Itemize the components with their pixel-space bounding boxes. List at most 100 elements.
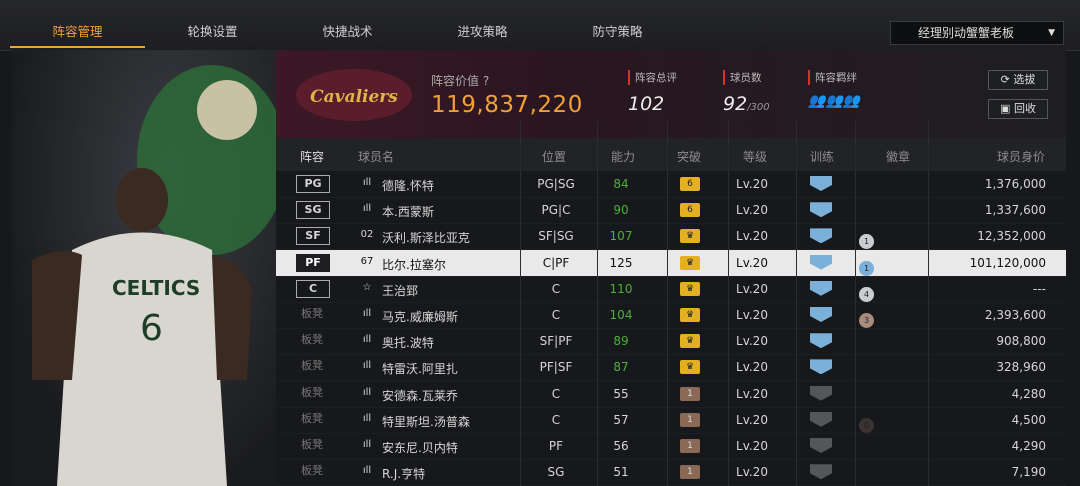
badge-icon: 4 — [859, 286, 874, 302]
tab-rotation[interactable]: 轮换设置 — [145, 0, 280, 48]
training-icon[interactable] — [810, 176, 832, 191]
player-row[interactable]: C☆王治郅C110♛Lv.2064--- — [276, 276, 1066, 303]
player-position: PG|C — [541, 203, 571, 218]
player-row[interactable]: 板凳 ıll 特雷沃.阿里扎 PF|SF 87 ♛ Lv.20 328,960 — [276, 354, 1066, 382]
slot-label[interactable]: 板凳 — [296, 385, 328, 401]
select-button[interactable]: ⟳ 选拔 — [988, 70, 1048, 90]
slot-label[interactable]: SG — [296, 201, 330, 220]
player-position: C — [551, 412, 561, 427]
player-rank-icon: ıll — [362, 412, 372, 424]
recycle-button[interactable]: ▣ 回收 — [988, 99, 1048, 119]
player-name[interactable]: 安德森.瓦莱乔 — [382, 387, 458, 404]
slot-label[interactable]: PF — [296, 253, 330, 272]
player-name[interactable]: 沃利.斯泽比亚克 — [382, 229, 470, 246]
slot-label[interactable]: 板凳 — [296, 437, 328, 453]
training-icon[interactable] — [810, 359, 832, 375]
player-row[interactable]: PF67比尔.拉塞尔C|PF125♛Lv.203161101,120,000 — [276, 249, 1066, 277]
slot-label[interactable]: 板凳 — [296, 306, 328, 322]
column-divider — [520, 121, 521, 486]
player-name[interactable]: 特雷沃.阿里扎 — [382, 360, 458, 377]
svg-text:6: 6 — [140, 308, 163, 349]
top-nav: 阵容管理 轮换设置 快捷战术 进攻策略 防守策略 经理别动蟹蟹老板 ▼ — [0, 0, 1080, 51]
tab-defense[interactable]: 防守策略 — [550, 0, 685, 48]
slot-label[interactable]: 板凳 — [296, 411, 328, 427]
manager-dropdown[interactable]: 经理别动蟹蟹老板 ▼ — [890, 21, 1064, 45]
player-row[interactable]: 板凳 ıll 安东尼.贝内特 PF 56 1 Lv.20 4,290 — [276, 433, 1066, 460]
column-divider — [667, 121, 668, 486]
player-row[interactable]: 板凳 ıll 安德森.瓦莱乔 C 55 1 Lv.20 4,280 — [276, 381, 1066, 408]
player-name[interactable]: 奥托.波特 — [382, 334, 434, 351]
badge-icon: 3 — [859, 313, 874, 328]
player-row[interactable]: SG ıll 本.西蒙斯 PG|C 90 6 Lv.20 1,337,600 — [276, 197, 1066, 225]
player-row[interactable]: 板凳 ıll 奥托.波特 SF|PF 89 ♛ Lv.20 908,800 — [276, 328, 1066, 356]
breakthrough-icon[interactable]: ♛ — [680, 229, 700, 244]
player-row[interactable]: PG ıll 德隆.怀特 PG|SG 84 6 Lv.20 1,376,000 — [276, 171, 1066, 198]
breakthrough-icon[interactable]: 1 — [680, 386, 700, 401]
training-icon[interactable] — [810, 333, 832, 349]
training-icon[interactable] — [810, 438, 832, 453]
player-level: Lv.20 — [736, 203, 768, 218]
slot-label[interactable]: SF — [296, 227, 330, 246]
player-count: 92 — [723, 93, 748, 115]
column-divider — [928, 121, 929, 486]
player-name[interactable]: 王治郅 — [382, 282, 418, 299]
player-salary: 101,120,000 — [969, 255, 1046, 270]
slot-label[interactable]: 板凳 — [296, 332, 328, 348]
training-icon[interactable] — [810, 280, 832, 296]
help-icon[interactable]: ? — [483, 74, 489, 88]
training-icon[interactable] — [810, 202, 832, 218]
training-icon[interactable] — [810, 228, 832, 244]
chemistry-icons[interactable]: 👥👥👥 — [808, 93, 860, 109]
player-name[interactable]: 安东尼.贝内特 — [382, 439, 458, 456]
training-icon[interactable] — [810, 385, 832, 401]
player-name[interactable]: 德隆.怀特 — [382, 177, 434, 194]
breakthrough-icon[interactable]: ♛ — [680, 360, 700, 375]
player-position: PG|SG — [537, 177, 575, 191]
player-level: Lv.20 — [736, 412, 768, 427]
player-row[interactable]: SF02沃利.斯泽比亚克SF|SG107♛Lv.201112,352,000 — [276, 223, 1066, 251]
badge-icon: 1 — [859, 260, 874, 276]
training-icon[interactable] — [810, 464, 832, 480]
slot-label[interactable]: PG — [296, 175, 330, 193]
player-ability: 125 — [609, 255, 633, 270]
tab-offense[interactable]: 进攻策略 — [415, 0, 550, 48]
chemistry-stat: 阵容羁绊 👥👥👥 — [808, 70, 861, 109]
slot-label[interactable]: 板凳 — [296, 463, 328, 479]
player-portrait-art: CELTICS 6 — [32, 65, 276, 486]
player-ability: 55 — [613, 386, 629, 401]
breakthrough-icon[interactable]: 1 — [680, 412, 700, 427]
breakthrough-icon[interactable]: ♛ — [680, 308, 700, 322]
training-icon[interactable] — [810, 411, 832, 427]
breakthrough-icon[interactable]: 1 — [680, 465, 700, 480]
tab-lineup[interactable]: 阵容管理 — [10, 0, 145, 48]
player-level: Lv.20 — [736, 334, 768, 349]
overall-stat: 阵容总评 102 — [628, 70, 677, 115]
training-icon[interactable] — [810, 254, 832, 270]
slot-label[interactable]: 板凳 — [296, 358, 328, 374]
player-rank-icon: ıll — [362, 360, 372, 372]
breakthrough-icon[interactable]: ♛ — [680, 281, 700, 296]
player-name[interactable]: 比尔.拉塞尔 — [382, 256, 446, 273]
player-name[interactable]: 特里斯坦.汤普森 — [382, 413, 470, 430]
player-row[interactable]: 板凳 ıll R.J.亨特 SG 51 1 Lv.20 7,190 — [276, 459, 1066, 486]
player-position: SF|PF — [539, 334, 573, 349]
player-rank-icon: ☆ — [362, 281, 372, 293]
breakthrough-icon[interactable]: 6 — [680, 203, 700, 218]
tab-quick-tactics[interactable]: 快捷战术 — [280, 0, 415, 48]
breakthrough-icon[interactable]: ♛ — [680, 255, 700, 270]
player-count-stat: 球员数 92/300 — [723, 70, 770, 115]
team-summary: Cavaliers 阵容价值 ? 119,837,220 阵容总评 102 球员… — [276, 50, 1066, 138]
player-ability: 84 — [613, 177, 629, 191]
player-row[interactable]: 板凳 ıll 马克.威廉姆斯 C 104 ♛ Lv.20 3 2,393,600 — [276, 302, 1066, 329]
breakthrough-icon[interactable]: 6 — [680, 177, 700, 191]
player-name[interactable]: R.J.亨特 — [382, 465, 425, 482]
slot-label[interactable]: C — [296, 279, 330, 298]
player-position: PF — [548, 439, 564, 453]
player-name[interactable]: 本.西蒙斯 — [382, 203, 434, 220]
player-name[interactable]: 马克.威廉姆斯 — [382, 308, 458, 325]
training-icon[interactable] — [810, 307, 832, 322]
breakthrough-icon[interactable]: ♛ — [680, 334, 700, 349]
player-row[interactable]: 板凳 ıll 特里斯坦.汤普森 C 57 1 Lv.20 0 4,500 — [276, 407, 1066, 434]
player-salary: 7,190 — [1011, 465, 1046, 480]
breakthrough-icon[interactable]: 1 — [680, 439, 700, 453]
